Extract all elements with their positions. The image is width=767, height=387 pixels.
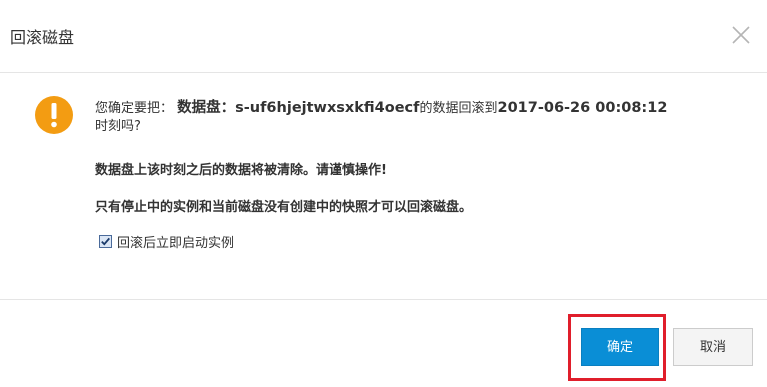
rollback-timestamp: 2017-06-26 00:08:12 [497,100,668,116]
close-icon [732,26,750,44]
rollback-message: 您确定要把： 数据盘：s-uf6hjejtwxsxkfi4oecf的数据回滚到2… [95,99,745,136]
message-middle: 的数据回滚到 [419,101,498,116]
dialog-title: 回滚磁盘 [10,28,75,47]
cancel-button[interactable]: 取消 [673,328,753,366]
disk-label: 数据盘：s-uf6hjejtwxsxkfi4oecf [177,100,420,116]
warning-text: 数据盘上该时刻之后的数据将被清除。请谨慎操作! [95,163,387,178]
dialog-footer: 确定 取消 [0,299,767,387]
start-instance-checkbox-label[interactable]: 回滚后立即启动实例 [117,232,234,251]
start-instance-checkbox[interactable] [99,234,112,248]
notice-text: 只有停止中的实例和当前磁盘没有创建中的快照才可以回滚磁盘。 [95,200,473,215]
message-suffix: 时刻吗? [95,119,141,134]
rollback-disk-dialog: 回滚磁盘 您确定要把： 数据盘：s-uf6hjejtwxsxkfi4oecf的数… [0,0,767,387]
message-prefix: 您确定要把： [95,101,174,116]
close-button[interactable] [730,24,752,46]
dialog-header: 回滚磁盘 [0,0,767,73]
check-icon [101,237,110,246]
start-instance-checkbox-row[interactable]: 回滚后立即启动实例 [99,232,234,251]
warning-icon [34,95,74,135]
confirm-button[interactable]: 确定 [581,328,659,366]
dialog-body: 您确定要把： 数据盘：s-uf6hjejtwxsxkfi4oecf的数据回滚到2… [0,73,767,299]
